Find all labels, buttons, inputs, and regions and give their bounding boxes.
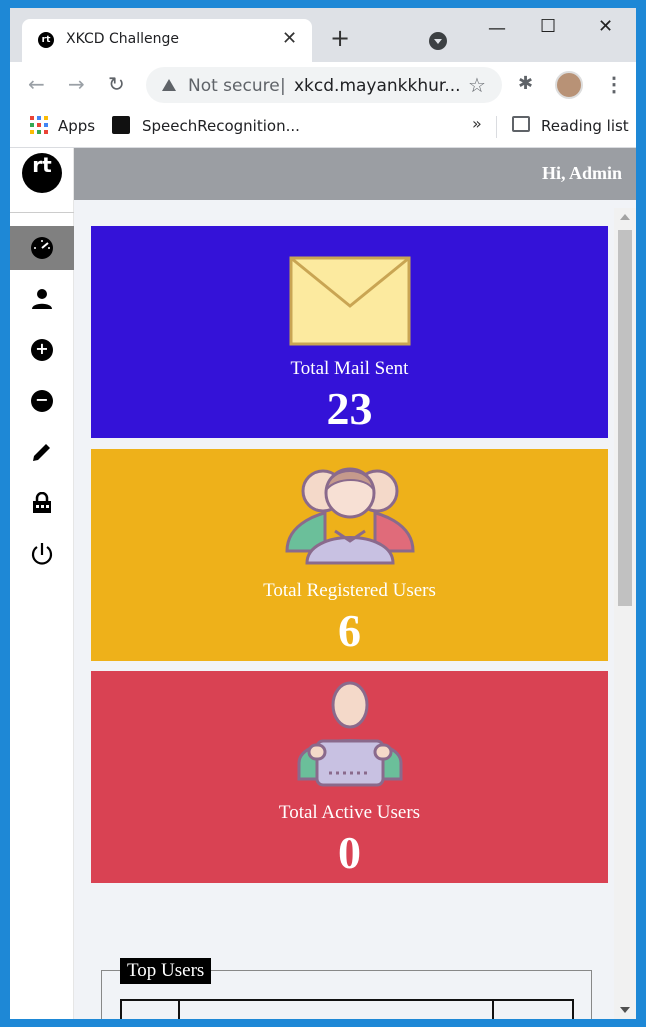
user-icon: [32, 289, 52, 309]
scroll-thumb[interactable]: [618, 230, 632, 606]
lock-icon: [33, 492, 51, 513]
browser-window: rt XKCD Challenge ✕ + — ☐ ✕ ← → ↻ Not se…: [10, 8, 636, 1019]
minimize-icon[interactable]: —: [488, 18, 506, 39]
bookmark-apps[interactable]: Apps: [58, 117, 95, 135]
card-label: Total Registered Users: [263, 580, 436, 601]
back-icon[interactable]: ←: [28, 72, 45, 96]
active-user-icon: [297, 681, 402, 787]
remove-icon: −: [31, 390, 53, 412]
close-tab-icon[interactable]: ✕: [282, 28, 297, 49]
card-value: 0: [338, 827, 361, 878]
not-secure-icon: [162, 79, 176, 91]
registered-users-card: Total Registered Users 6: [91, 449, 608, 661]
bookmark-star-icon[interactable]: ☆: [468, 73, 486, 98]
sidebar-item-remove[interactable]: −: [10, 379, 74, 423]
bookmarks-overflow[interactable]: »: [472, 114, 482, 133]
table-column-divider: [178, 1001, 180, 1019]
url-text: xkcd.mayankkhur...: [294, 76, 461, 96]
sidebar-item-logout[interactable]: [10, 532, 74, 576]
page-viewport: rt + − Hi, Admin Total Mail Sent 23 Tota…: [10, 148, 636, 1019]
envelope-icon: [289, 256, 410, 346]
forward-icon[interactable]: →: [68, 72, 85, 96]
active-users-card: Total Active Users 0: [91, 671, 608, 883]
sidebar-divider: [10, 212, 74, 213]
tab-favicon-icon: rt: [38, 32, 54, 48]
more-menu-icon[interactable]: ⋮: [604, 72, 624, 97]
sidebar-item-lock[interactable]: [10, 481, 74, 525]
close-window-icon[interactable]: ✕: [598, 16, 613, 37]
scroll-up-icon[interactable]: [620, 214, 630, 220]
sidebar-item-user[interactable]: [10, 277, 74, 321]
security-label: Not secure: [188, 76, 280, 96]
sidebar: rt + −: [10, 148, 74, 1019]
omnibox-divider: |: [280, 76, 286, 96]
users-group-icon: [284, 467, 415, 565]
card-label: Total Mail Sent: [290, 358, 409, 379]
bookmarks-bar: Apps SpeechRecognition... » Reading list: [10, 108, 636, 148]
card-value: 23: [326, 383, 373, 434]
sidebar-item-add[interactable]: +: [10, 328, 74, 372]
dashboard-icon: [31, 237, 53, 259]
speech-recognition-icon: [112, 116, 130, 134]
admin-greeting: Hi, Admin: [541, 163, 622, 183]
address-bar[interactable]: Not secure | xkcd.mayankkhur... ☆: [146, 67, 502, 103]
page-scrollbar[interactable]: [614, 208, 636, 1019]
bookmarks-divider: [496, 116, 497, 138]
maximize-icon[interactable]: ☐: [540, 16, 556, 37]
edit-icon: [33, 444, 50, 461]
profile-avatar[interactable]: [555, 71, 583, 99]
scroll-down-icon[interactable]: [620, 1007, 630, 1013]
card-label: Total Active Users: [278, 802, 421, 823]
reading-list[interactable]: Reading list: [541, 117, 629, 135]
app-logo[interactable]: rt: [22, 153, 62, 193]
tab-search-icon[interactable]: [429, 32, 447, 50]
top-bar: Hi, Admin: [74, 148, 636, 200]
top-users-table: [120, 999, 574, 1019]
reload-icon[interactable]: ↻: [108, 72, 125, 96]
table-column-divider: [492, 1001, 494, 1019]
logout-icon: [31, 543, 53, 565]
browser-tab[interactable]: rt XKCD Challenge ✕: [22, 19, 312, 62]
bookmark-speech-recognition[interactable]: SpeechRecognition...: [142, 117, 300, 135]
browser-toolbar: ← → ↻ Not secure | xkcd.mayankkhur... ☆ …: [10, 62, 636, 108]
add-icon: +: [31, 339, 53, 361]
reading-list-icon: [512, 116, 530, 132]
top-users-legend: Top Users: [120, 958, 212, 984]
new-tab-button[interactable]: +: [330, 26, 350, 50]
card-value: 6: [338, 605, 361, 656]
tab-strip: rt XKCD Challenge ✕ + — ☐ ✕: [10, 8, 636, 62]
sidebar-item-edit[interactable]: [10, 430, 74, 474]
mail-sent-card: Total Mail Sent 23: [91, 226, 608, 438]
extensions-icon[interactable]: ✱: [518, 73, 533, 94]
top-users-section: Top Users: [101, 958, 592, 1019]
tab-title: XKCD Challenge: [66, 31, 180, 47]
apps-grid-icon[interactable]: [30, 116, 48, 134]
sidebar-item-dashboard[interactable]: [10, 226, 74, 270]
